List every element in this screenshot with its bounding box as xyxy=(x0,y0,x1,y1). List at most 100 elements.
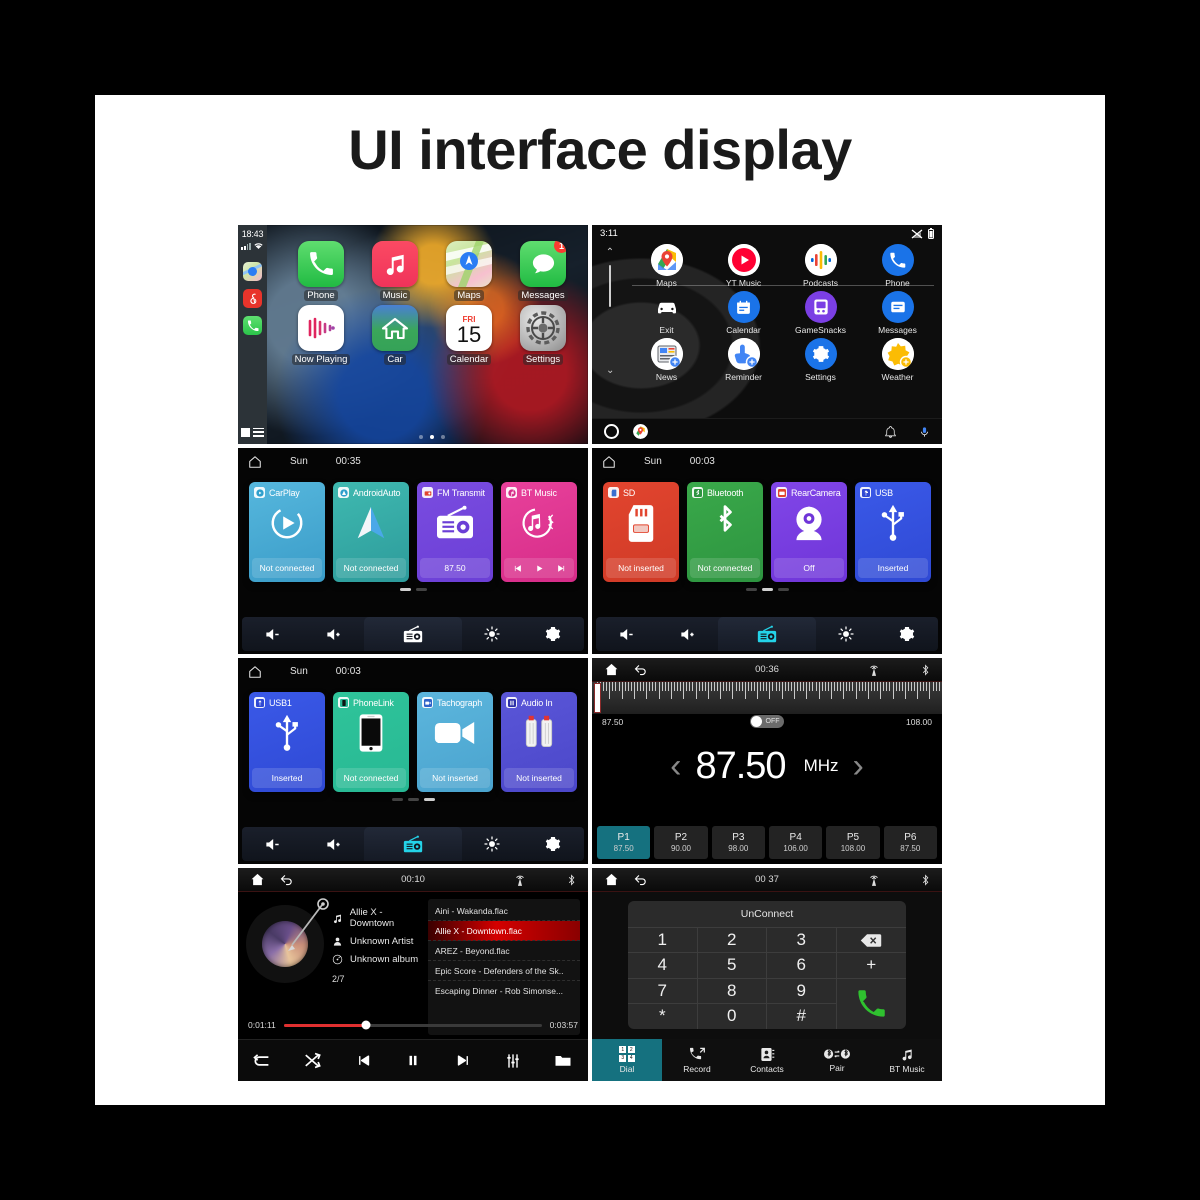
chevron-down-icon[interactable]: ⌄ xyxy=(606,365,614,376)
call-icon[interactable] xyxy=(837,979,907,1030)
next-icon[interactable] xyxy=(557,564,566,573)
tile-media-controls[interactable] xyxy=(504,558,574,578)
tab-bt-music[interactable]: BT Music xyxy=(872,1039,942,1081)
pause-icon[interactable] xyxy=(388,1053,438,1068)
playlist-item-active[interactable]: Allie X - Downtown.flac xyxy=(428,921,580,941)
tile-sd[interactable]: SD Not inserted xyxy=(603,482,679,582)
folder-icon[interactable] xyxy=(538,1053,588,1068)
key-3[interactable]: 3 xyxy=(767,928,837,954)
backspace-icon[interactable] xyxy=(836,928,906,954)
android-auto-scroll-indicator[interactable]: ⌃ xyxy=(604,247,616,311)
launcher-page-dots-3[interactable] xyxy=(238,798,588,801)
preset-p2[interactable]: P2 90.00 xyxy=(654,826,708,859)
aa-app-phone[interactable]: Phone xyxy=(859,244,936,288)
gear-icon[interactable] xyxy=(523,836,584,852)
volume-up-icon[interactable] xyxy=(657,627,718,642)
microphone-icon[interactable] xyxy=(919,424,930,440)
home-icon[interactable] xyxy=(248,665,262,679)
tile-usb[interactable]: USB Inserted xyxy=(855,482,931,582)
back-arrow-icon[interactable] xyxy=(633,872,648,887)
tile-rearcamera[interactable]: RearCamera Off xyxy=(771,482,847,582)
preset-p6[interactable]: P6 87.50 xyxy=(883,826,937,859)
tile-androidauto[interactable]: AndroidAuto Not connected xyxy=(333,482,409,582)
tile-tachograph[interactable]: Tachograph Not inserted xyxy=(417,692,493,792)
frequency-cursor[interactable] xyxy=(595,684,600,712)
home-icon[interactable] xyxy=(602,455,616,469)
tile-bluetooth[interactable]: Bluetooth Not connected xyxy=(687,482,763,582)
tab-pair[interactable]: Pair xyxy=(802,1039,872,1081)
aa-app-maps[interactable]: Maps xyxy=(628,244,705,288)
prev-icon[interactable] xyxy=(513,564,522,573)
tile-fm-transmit[interactable]: FM Transmit 87.50 xyxy=(417,482,493,582)
radio-power-toggle[interactable]: OFF xyxy=(750,715,784,728)
aa-app-news[interactable]: News xyxy=(628,338,705,382)
aa-app-calendar[interactable]: Calendar xyxy=(705,291,782,335)
key-0[interactable]: 0 xyxy=(698,1003,767,1029)
playlist-item[interactable]: AREZ - Beyond.flac xyxy=(428,941,580,961)
key-5[interactable]: 5 xyxy=(697,953,767,979)
volume-down-icon[interactable] xyxy=(596,627,657,642)
tile-audio-in[interactable]: Audio In Not inserted xyxy=(501,692,577,792)
carplay-page-dots[interactable] xyxy=(284,435,580,439)
carplay-app-music[interactable]: Music xyxy=(358,241,432,301)
key-8[interactable]: 8 xyxy=(697,978,767,1004)
repeat-icon[interactable] xyxy=(238,1053,288,1069)
aa-app-exit[interactable]: Exit xyxy=(628,291,705,335)
brightness-icon[interactable] xyxy=(462,836,523,852)
carplay-app-phone[interactable]: Phone xyxy=(284,241,358,301)
previous-track-icon[interactable] xyxy=(338,1053,388,1068)
netease-music-icon[interactable] xyxy=(243,289,262,308)
volume-down-icon[interactable] xyxy=(242,627,303,642)
carplay-app-settings[interactable]: Settings xyxy=(506,305,580,365)
tile-phonelink[interactable]: PhoneLink Not connected xyxy=(333,692,409,792)
aa-app-podcasts[interactable]: Podcasts xyxy=(782,244,859,288)
home-icon[interactable] xyxy=(604,872,619,887)
home-icon[interactable] xyxy=(248,455,262,469)
tile-bt-music[interactable]: BT Music xyxy=(501,482,577,582)
brightness-icon[interactable] xyxy=(462,626,523,642)
preset-p5[interactable]: P5 108.00 xyxy=(826,826,880,859)
carplay-app-now-playing[interactable]: Now Playing xyxy=(284,305,358,365)
next-track-icon[interactable] xyxy=(438,1053,488,1068)
key-star[interactable]: * xyxy=(628,1003,698,1029)
gear-icon[interactable] xyxy=(877,626,938,642)
equalizer-icon[interactable] xyxy=(488,1053,538,1069)
circle-home-icon[interactable] xyxy=(604,424,619,439)
brightness-icon[interactable] xyxy=(816,626,877,642)
chevron-up-icon[interactable]: ⌃ xyxy=(606,247,614,258)
key-7[interactable]: 7 xyxy=(628,978,698,1004)
carplay-sidebar[interactable]: 18:43 xyxy=(238,225,267,444)
preset-p4[interactable]: P4 106.00 xyxy=(768,826,823,859)
tab-record[interactable]: Record xyxy=(662,1039,732,1081)
aa-app-messages[interactable]: Messages xyxy=(859,291,936,335)
back-arrow-icon[interactable] xyxy=(633,662,648,677)
key-plus[interactable]: + xyxy=(836,953,906,979)
progress-slider[interactable] xyxy=(283,1020,542,1030)
playlist-item[interactable]: Epic Score - Defenders of the Sk.. xyxy=(428,961,580,981)
tab-contacts[interactable]: Contacts xyxy=(732,1039,802,1081)
key-2[interactable]: 2 xyxy=(697,928,767,954)
home-icon[interactable] xyxy=(250,872,265,887)
play-icon[interactable] xyxy=(535,564,544,573)
key-1[interactable]: 1 xyxy=(628,928,698,954)
carplay-app-car[interactable]: Car xyxy=(358,305,432,365)
preset-p3[interactable]: P3 98.00 xyxy=(711,826,765,859)
key-9[interactable]: 9 xyxy=(767,978,837,1004)
shuffle-icon[interactable] xyxy=(288,1052,338,1069)
carplay-app-calendar[interactable]: FRI 15 Calendar xyxy=(432,305,506,365)
tab-dial[interactable]: 1234 Dial xyxy=(592,1039,662,1081)
maps-icon[interactable] xyxy=(243,262,262,281)
key-6[interactable]: 6 xyxy=(767,953,837,979)
google-maps-icon[interactable] xyxy=(633,424,648,439)
radio-icon[interactable] xyxy=(364,827,462,861)
chevron-right-icon[interactable]: › xyxy=(853,747,864,786)
playlist-item[interactable]: Escaping Dinner - Rob Simonse... xyxy=(428,981,580,1001)
playlist-item[interactable]: Aini - Wakanda.flac xyxy=(428,901,580,921)
carplay-app-messages[interactable]: 1 Messages xyxy=(506,241,580,301)
volume-up-icon[interactable] xyxy=(303,837,364,852)
radio-frequency-scale[interactable] xyxy=(592,682,942,714)
aa-app-weather[interactable]: Weather xyxy=(859,338,936,382)
app-library-icon[interactable] xyxy=(241,427,264,437)
volume-up-icon[interactable] xyxy=(303,627,364,642)
preset-p1[interactable]: P1 87.50 xyxy=(597,826,651,859)
